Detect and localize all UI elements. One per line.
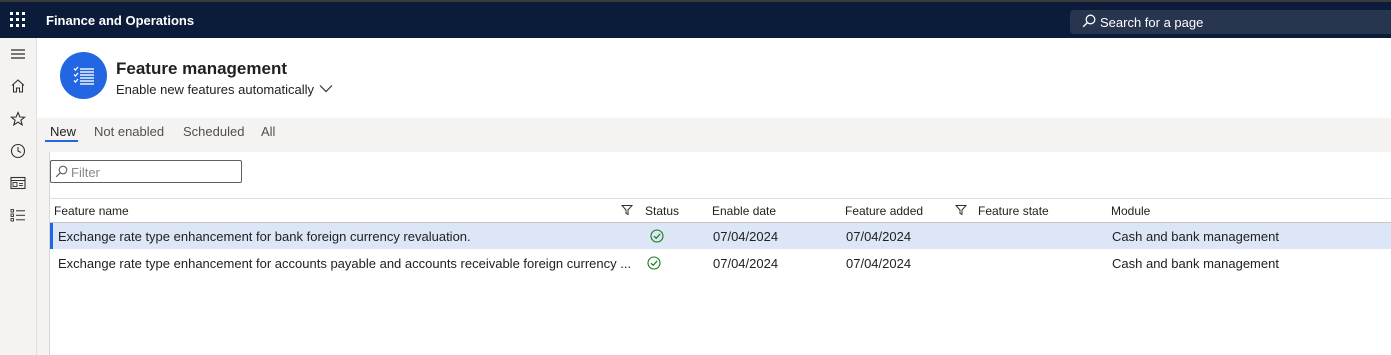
tab-new[interactable]: New bbox=[50, 124, 76, 139]
home-icon[interactable] bbox=[9, 77, 27, 95]
filter-placeholder: Filter bbox=[71, 165, 100, 180]
feature-added-cell: 07/04/2024 bbox=[846, 229, 912, 244]
module-cell: Cash and bank management bbox=[1112, 229, 1279, 244]
app-title[interactable]: Finance and Operations bbox=[46, 13, 194, 28]
feature-management-icon bbox=[60, 52, 107, 99]
table-row[interactable]: Exchange rate type enhancement for bank … bbox=[50, 223, 1391, 249]
column-filter-icon[interactable] bbox=[621, 204, 633, 216]
column-header-status[interactable]: Status bbox=[645, 204, 679, 218]
module-cell: Cash and bank management bbox=[1112, 256, 1279, 271]
feature-added-cell: 07/04/2024 bbox=[846, 256, 912, 271]
modules-list-icon[interactable] bbox=[9, 206, 27, 224]
workspace-header: Feature management Enable new features a… bbox=[37, 38, 1391, 118]
chevron-down-icon[interactable] bbox=[319, 84, 333, 93]
enable-new-features-dropdown-label[interactable]: Enable new features automatically bbox=[116, 82, 314, 97]
column-header-module[interactable]: Module bbox=[1111, 204, 1150, 218]
enable-date-cell: 07/04/2024 bbox=[713, 229, 779, 244]
feature-name-cell[interactable]: Exchange rate type enhancement for accou… bbox=[58, 256, 631, 271]
search-icon bbox=[1082, 14, 1096, 28]
filter-input[interactable]: Filter bbox=[50, 160, 242, 183]
recent-clock-icon[interactable] bbox=[9, 142, 27, 160]
grid-header: Feature name Status Enable date Feature … bbox=[50, 198, 1391, 223]
main-content: Feature management Enable new features a… bbox=[37, 38, 1391, 355]
active-tab-indicator bbox=[45, 140, 78, 142]
top-bar: Finance and Operations Search for a page bbox=[0, 0, 1391, 38]
enable-date-cell: 07/04/2024 bbox=[713, 256, 779, 271]
tab-strip: New Not enabled Scheduled All bbox=[37, 118, 1391, 152]
tab-scheduled[interactable]: Scheduled bbox=[183, 124, 244, 139]
column-header-feature-added[interactable]: Feature added bbox=[845, 204, 923, 218]
check-circle-icon bbox=[647, 256, 661, 270]
favorites-star-icon[interactable] bbox=[9, 110, 27, 128]
check-circle-icon bbox=[650, 229, 664, 243]
app-launcher-icon[interactable] bbox=[10, 12, 26, 28]
tab-all[interactable]: All bbox=[261, 124, 275, 139]
features-grid-panel: Filter Feature name Status Enable date F… bbox=[49, 152, 1391, 355]
feature-name-cell[interactable]: Exchange rate type enhancement for bank … bbox=[58, 229, 471, 244]
page-title: Feature management bbox=[116, 59, 287, 78]
column-header-enable-date[interactable]: Enable date bbox=[712, 204, 776, 218]
search-placeholder: Search for a page bbox=[1100, 15, 1204, 30]
navigation-pane bbox=[0, 38, 37, 355]
column-header-feature-state[interactable]: Feature state bbox=[978, 204, 1049, 218]
column-filter-icon[interactable] bbox=[955, 204, 967, 216]
column-header-feature-name[interactable]: Feature name bbox=[54, 204, 129, 218]
table-row[interactable]: Exchange rate type enhancement for accou… bbox=[50, 250, 1391, 276]
workspaces-icon[interactable] bbox=[9, 174, 27, 192]
search-icon bbox=[55, 165, 68, 178]
hamburger-icon[interactable] bbox=[9, 45, 27, 63]
search-box[interactable]: Search for a page bbox=[1070, 10, 1391, 34]
tab-not-enabled[interactable]: Not enabled bbox=[94, 124, 164, 139]
